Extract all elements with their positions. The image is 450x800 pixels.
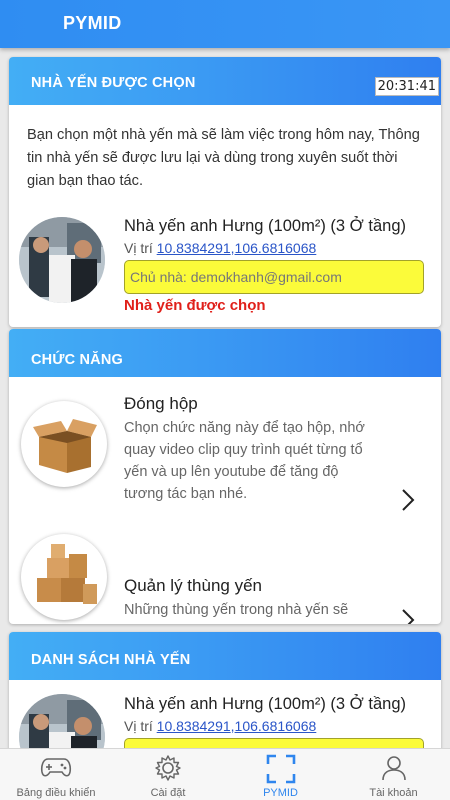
clock-display: 20:31:41 bbox=[374, 77, 439, 96]
house-avatar bbox=[19, 694, 105, 748]
owner-badge: Chủ nhà: demokhanh@gmail.com bbox=[124, 260, 424, 294]
house-avatar[interactable] bbox=[19, 217, 105, 303]
app-bar: PYMID bbox=[0, 0, 450, 48]
feature-title-manage-boxes: Quản lý thùng yến bbox=[124, 576, 262, 595]
selected-house-title: NHÀ YẾN ĐƯỢC CHỌN bbox=[31, 75, 196, 91]
tab-label-pymid: PYMID bbox=[263, 787, 298, 799]
owner-badge bbox=[124, 738, 424, 748]
feature-title-pack-box: Đóng hộp bbox=[124, 394, 198, 413]
content-scroll[interactable]: NHÀ YẾN ĐƯỢC CHỌN 20:31:41 Bạn chọn một … bbox=[0, 48, 450, 748]
lat-link[interactable]: 10.8384291 bbox=[157, 718, 231, 734]
features-title: CHỨC NĂNG bbox=[31, 352, 123, 368]
house-name: Nhà yến anh Hưng (100m²) (3 Ở tầng) bbox=[124, 695, 406, 713]
location-label: Vị trí bbox=[124, 718, 153, 734]
intro-text: Bạn chọn một nhà yến mà sẽ làm việc tron… bbox=[27, 127, 420, 189]
house-location: Vị trí 10.8384291,106.6816068 bbox=[124, 240, 316, 256]
house-name: Nhà yến anh Hưng (100m²) (3 Ở tầng) bbox=[124, 217, 406, 235]
app-title: PYMID bbox=[63, 13, 122, 33]
tab-label-account: Tài khoản bbox=[369, 787, 418, 799]
house-location: Vị trí 10.8384291,106.6816068 bbox=[124, 718, 316, 734]
location-label: Vị trí bbox=[124, 240, 153, 256]
tab-pymid[interactable]: PYMID bbox=[224, 749, 337, 800]
lng-link[interactable]: ,106.6816068 bbox=[231, 718, 317, 734]
tab-label-settings: Cài đặt bbox=[150, 787, 186, 799]
gamepad-icon bbox=[40, 758, 72, 777]
house-list-title: DANH SÁCH NHÀ YẾN bbox=[31, 652, 191, 668]
lng-value: 106.6816068 bbox=[234, 240, 317, 256]
stacked-boxes-icon bbox=[21, 534, 107, 620]
feature-desc-manage-boxes: Những thùng yến trong nhà yến sẽ được li… bbox=[124, 602, 349, 618]
lat-link[interactable]: 10.8384291 bbox=[157, 240, 231, 256]
house-list-card: DANH SÁCH NHÀ YẾN Nhà yến anh Hưng (100m… bbox=[9, 632, 441, 748]
lng-link[interactable]: ,106.6816068 bbox=[231, 240, 317, 256]
scan-icon bbox=[266, 754, 295, 784]
chevron-right-icon[interactable] bbox=[399, 607, 417, 624]
feature-desc-pack-box: Chọn chức năng này để tạo hộp, nhớ quay … bbox=[124, 420, 365, 502]
open-box-icon bbox=[21, 401, 107, 487]
selected-status: Nhà yến được chọn bbox=[124, 297, 266, 314]
gear-icon bbox=[155, 755, 181, 781]
tab-settings[interactable]: Cài đặt bbox=[112, 749, 224, 800]
features-header: CHỨC NĂNG bbox=[9, 329, 441, 377]
tab-dashboard[interactable]: Bảng điều khiển bbox=[0, 749, 112, 800]
selected-house-card: NHÀ YẾN ĐƯỢC CHỌN 20:31:41 Bạn chọn một … bbox=[9, 57, 441, 327]
user-icon bbox=[381, 756, 406, 781]
bottom-tab-bar: Bảng điều khiển Cài đặt PYMID Tài khoản bbox=[0, 748, 450, 800]
features-card: CHỨC NĂNG Đóng hộp Chọn chức năng này để… bbox=[9, 329, 441, 624]
chevron-right-icon[interactable] bbox=[399, 487, 417, 513]
lng-value: 106.6816068 bbox=[234, 718, 317, 734]
tab-label-dashboard: Bảng điều khiển bbox=[16, 787, 96, 799]
tab-account[interactable]: Tài khoản bbox=[337, 749, 450, 800]
house-list-header: DANH SÁCH NHÀ YẾN bbox=[9, 632, 441, 680]
